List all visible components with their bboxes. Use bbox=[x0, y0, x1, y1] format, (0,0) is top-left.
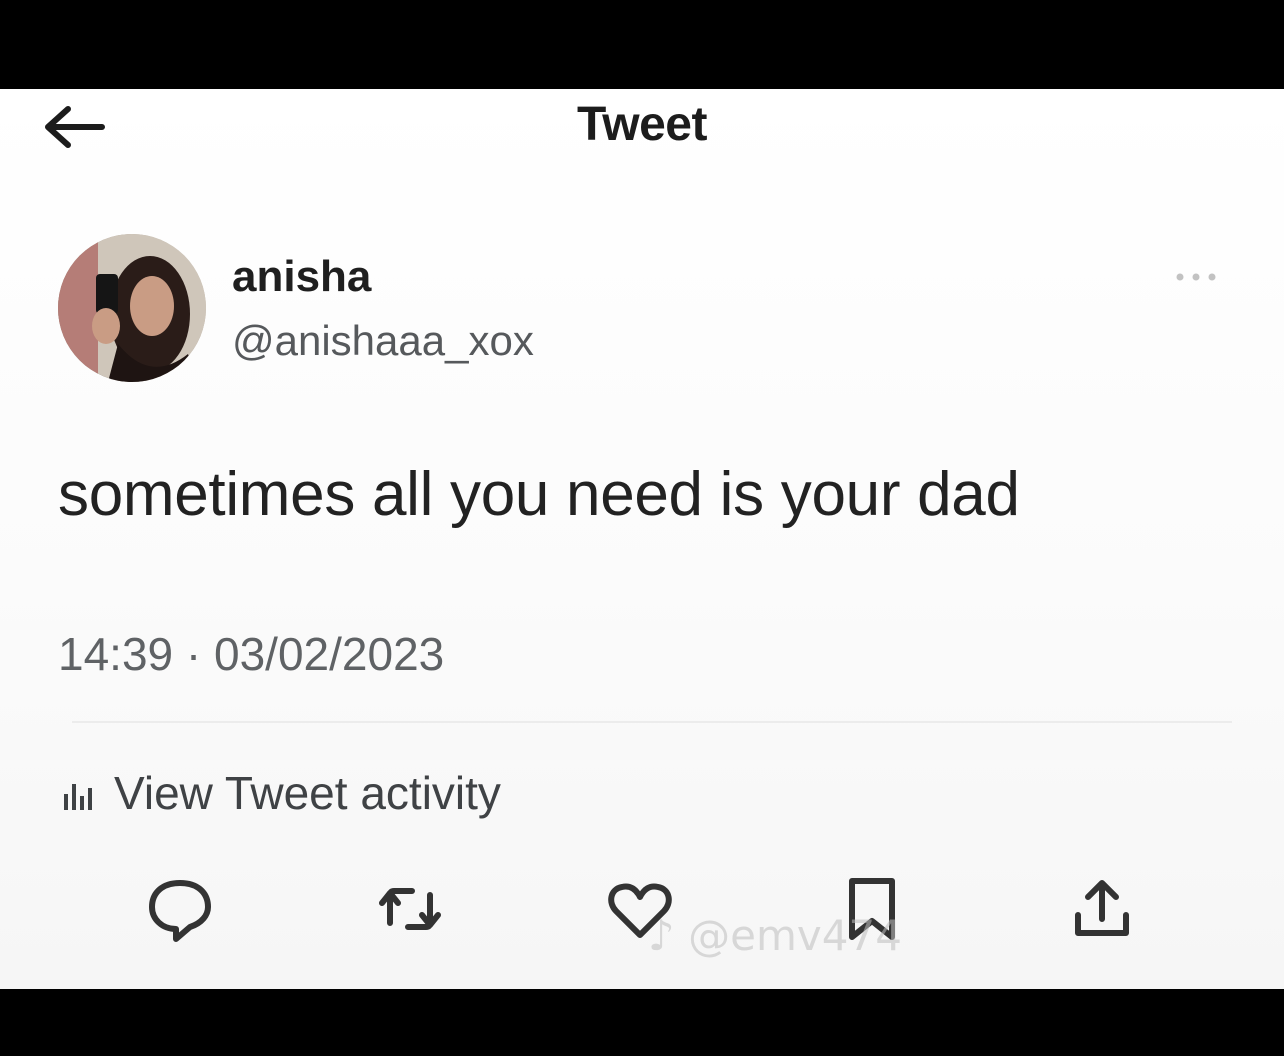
tiktok-logo-icon: ♪ bbox=[648, 911, 675, 960]
tweet-date: 03/02/2023 bbox=[214, 628, 445, 680]
reply-button[interactable] bbox=[140, 869, 220, 949]
share-button[interactable] bbox=[1062, 869, 1142, 949]
retweet-icon bbox=[379, 888, 441, 930]
author-handle[interactable]: @anishaaa_xox bbox=[232, 317, 534, 365]
watermark-handle: @emv474 bbox=[688, 911, 902, 960]
reply-bubble-icon bbox=[149, 880, 211, 942]
profile-photo bbox=[58, 234, 206, 382]
top-bar: Tweet bbox=[0, 89, 1284, 169]
more-dots-icon bbox=[1176, 273, 1216, 281]
retweet-button[interactable] bbox=[370, 869, 450, 949]
page-title: Tweet bbox=[577, 98, 707, 151]
tweet-timestamp: 14:39 · 03/02/2023 bbox=[58, 627, 444, 681]
tweet-time: 14:39 bbox=[58, 628, 174, 680]
divider bbox=[72, 721, 1232, 723]
more-options-button[interactable] bbox=[1168, 265, 1224, 289]
activity-label: View Tweet activity bbox=[114, 767, 501, 819]
tweet-action-bar bbox=[0, 869, 1284, 949]
tiktok-watermark: ♪ @emv474 bbox=[648, 911, 902, 960]
video-frame: Tweet anisha @anishaaa_xox sometimes all bbox=[0, 0, 1284, 1056]
bar-chart-icon bbox=[64, 784, 92, 810]
avatar[interactable] bbox=[58, 234, 206, 382]
author-display-name[interactable]: anisha bbox=[232, 252, 371, 302]
meta-separator: · bbox=[185, 628, 202, 680]
tweet-screen: Tweet anisha @anishaaa_xox sometimes all bbox=[0, 89, 1284, 989]
view-tweet-activity-link[interactable]: View Tweet activity bbox=[58, 765, 501, 821]
share-icon bbox=[1075, 880, 1129, 936]
tweet-text: sometimes all you need is your dad bbox=[58, 460, 1020, 529]
